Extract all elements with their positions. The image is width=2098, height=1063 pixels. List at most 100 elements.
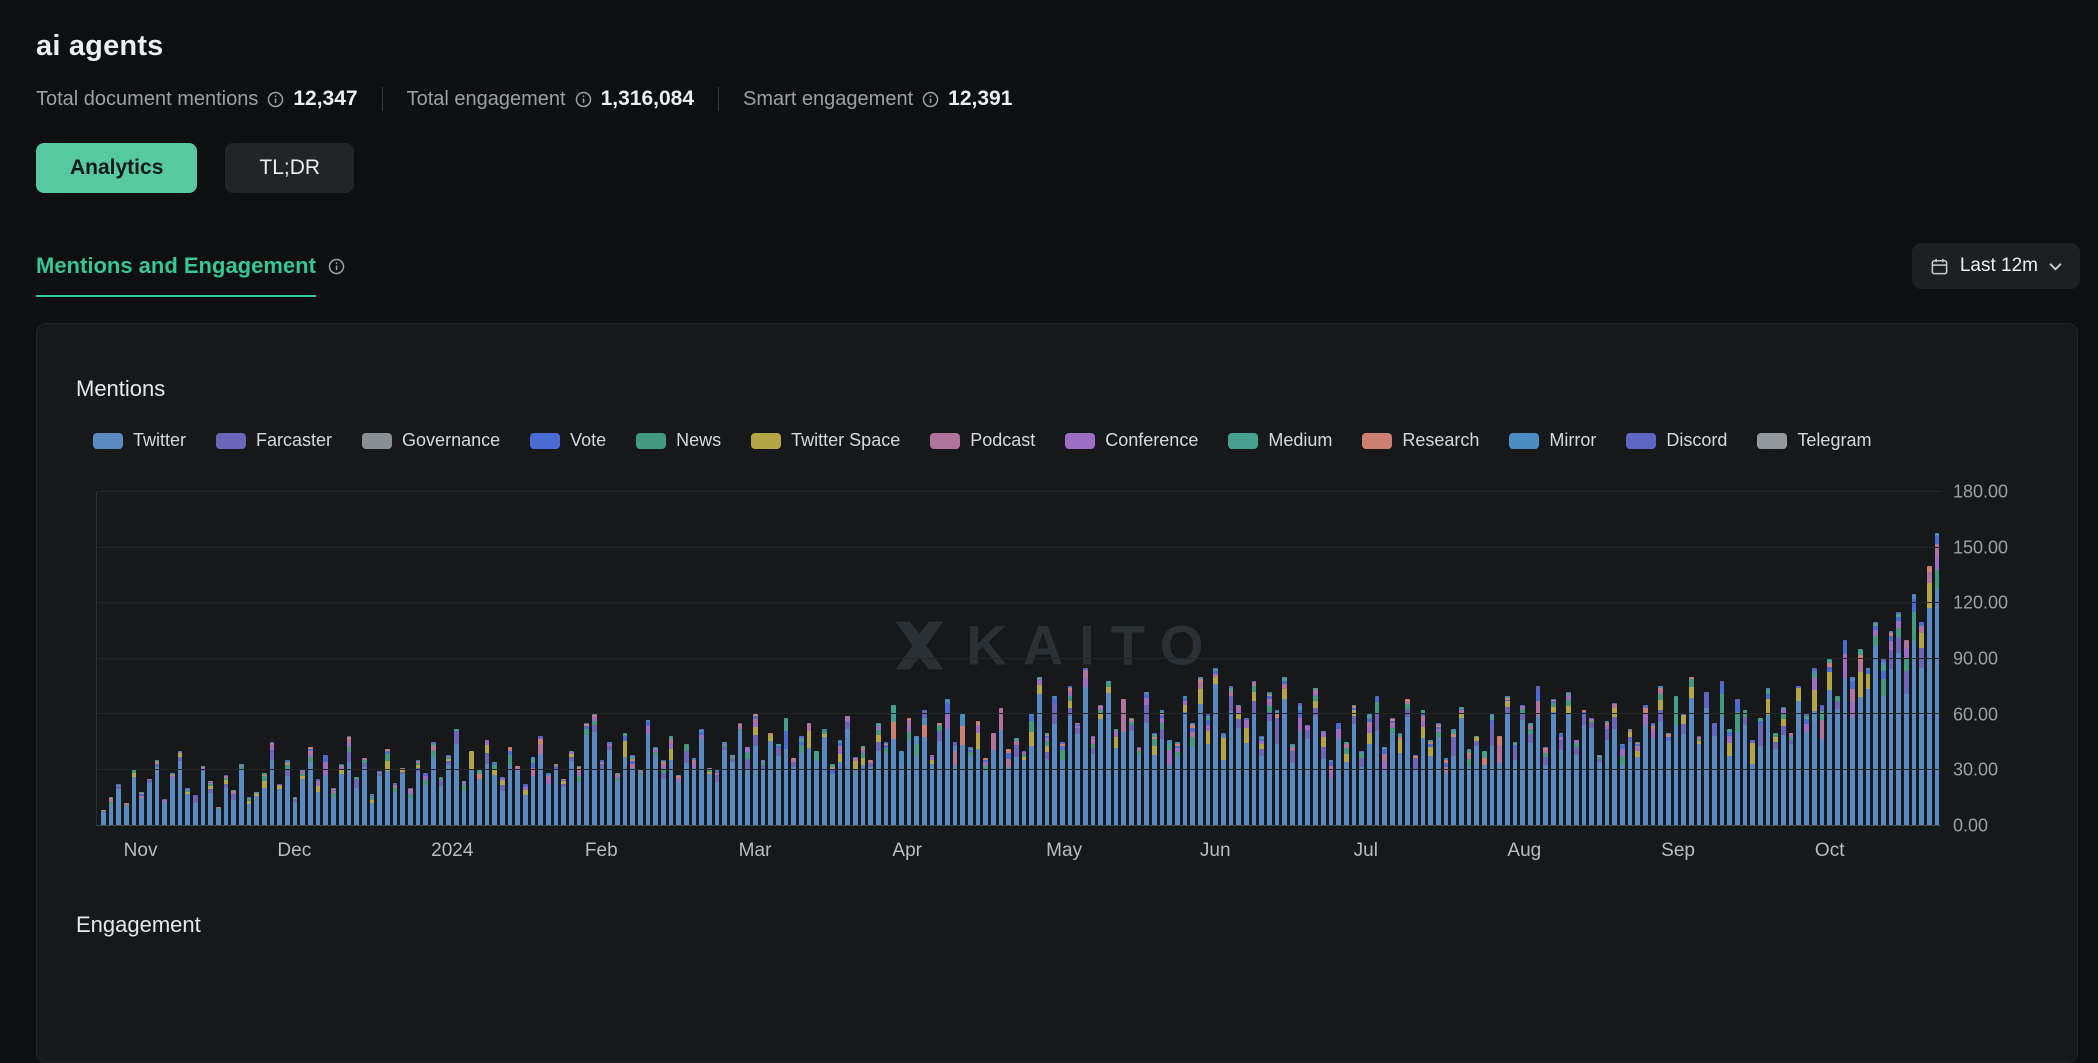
bar[interactable]	[592, 714, 597, 825]
bar[interactable]	[1213, 668, 1218, 825]
bar[interactable]	[1336, 723, 1341, 825]
bar[interactable]	[1820, 705, 1825, 825]
bar[interactable]	[630, 755, 635, 825]
bar[interactable]	[577, 766, 582, 825]
bar[interactable]	[1167, 740, 1172, 825]
bar[interactable]	[1083, 668, 1088, 825]
bar[interactable]	[416, 760, 421, 825]
bar[interactable]	[960, 714, 965, 825]
bar[interactable]	[423, 773, 428, 825]
bar[interactable]	[876, 723, 881, 825]
bar[interactable]	[247, 797, 252, 825]
bar[interactable]	[1037, 677, 1042, 825]
bar[interactable]	[1190, 723, 1195, 825]
bar[interactable]	[1574, 740, 1579, 825]
bar[interactable]	[1367, 714, 1372, 825]
bar[interactable]	[1520, 705, 1525, 825]
bar[interactable]	[1858, 649, 1863, 825]
legend-item[interactable]: Conference	[1065, 430, 1198, 451]
bar[interactable]	[1651, 723, 1656, 825]
bar[interactable]	[331, 788, 336, 825]
bar[interactable]	[1290, 744, 1295, 825]
bar[interactable]	[1075, 723, 1080, 825]
bar[interactable]	[515, 766, 520, 825]
bar[interactable]	[607, 742, 612, 825]
bar[interactable]	[231, 790, 236, 825]
bar[interactable]	[699, 729, 704, 825]
bar[interactable]	[1045, 733, 1050, 826]
bar[interactable]	[1121, 699, 1126, 825]
bar[interactable]	[185, 788, 190, 825]
bar[interactable]	[101, 810, 106, 825]
bar[interactable]	[1405, 699, 1410, 825]
bar[interactable]	[569, 751, 574, 825]
bar[interactable]	[1781, 707, 1786, 825]
legend-item[interactable]: Research	[1362, 430, 1479, 451]
bar[interactable]	[1559, 733, 1564, 826]
bar[interactable]	[638, 770, 643, 826]
bar[interactable]	[1789, 733, 1794, 826]
bar[interactable]	[1091, 736, 1096, 825]
bar[interactable]	[1658, 686, 1663, 825]
bar[interactable]	[845, 716, 850, 825]
bar[interactable]	[462, 781, 467, 825]
legend-item[interactable]: Farcaster	[216, 430, 332, 451]
bar[interactable]	[799, 736, 804, 825]
bar[interactable]	[270, 742, 275, 825]
bar[interactable]	[1927, 566, 1932, 825]
legend-item[interactable]: Medium	[1228, 430, 1332, 451]
bar[interactable]	[1735, 699, 1740, 825]
bar[interactable]	[1259, 736, 1264, 825]
bar[interactable]	[370, 794, 375, 825]
bar[interactable]	[216, 807, 221, 825]
bar[interactable]	[1919, 622, 1924, 826]
bar[interactable]	[1321, 731, 1326, 825]
bar[interactable]	[1750, 740, 1755, 825]
legend-item[interactable]: Telegram	[1757, 430, 1871, 451]
bar[interactable]	[538, 736, 543, 825]
bar[interactable]	[1106, 681, 1111, 825]
bar[interactable]	[1727, 729, 1732, 825]
bar[interactable]	[201, 766, 206, 825]
bar[interactable]	[1252, 681, 1257, 825]
bar[interactable]	[1804, 714, 1809, 825]
bar[interactable]	[408, 788, 413, 825]
bar[interactable]	[1720, 681, 1725, 825]
bar[interactable]	[807, 723, 812, 825]
bar[interactable]	[868, 760, 873, 825]
bar[interactable]	[139, 792, 144, 825]
bar[interactable]	[109, 797, 114, 825]
bar[interactable]	[1513, 742, 1518, 825]
bar[interactable]	[477, 770, 482, 826]
bar[interactable]	[469, 751, 474, 825]
bar[interactable]	[600, 760, 605, 825]
bar[interactable]	[1451, 729, 1456, 825]
bar[interactable]	[170, 773, 175, 825]
bar[interactable]	[953, 742, 958, 825]
bar[interactable]	[945, 699, 950, 825]
bar[interactable]	[1029, 714, 1034, 825]
bar[interactable]	[1497, 736, 1502, 825]
bar[interactable]	[991, 733, 996, 826]
bar[interactable]	[1605, 721, 1610, 825]
bar[interactable]	[454, 729, 459, 825]
bar[interactable]	[1282, 677, 1287, 825]
bar[interactable]	[715, 770, 720, 826]
bar[interactable]	[1712, 723, 1717, 825]
bar[interactable]	[669, 736, 674, 825]
bar[interactable]	[277, 784, 282, 825]
bar[interactable]	[1796, 686, 1801, 825]
bar[interactable]	[523, 784, 528, 825]
bar[interactable]	[554, 764, 559, 825]
bar[interactable]	[1758, 718, 1763, 825]
bar[interactable]	[661, 760, 666, 825]
bar[interactable]	[1359, 751, 1364, 825]
bar[interactable]	[937, 723, 942, 825]
bar[interactable]	[976, 721, 981, 825]
bar[interactable]	[1528, 723, 1533, 825]
bar[interactable]	[1329, 760, 1334, 825]
bar[interactable]	[1912, 594, 1917, 825]
bar[interactable]	[1236, 705, 1241, 825]
bar[interactable]	[1543, 747, 1548, 825]
bar[interactable]	[1850, 677, 1855, 825]
